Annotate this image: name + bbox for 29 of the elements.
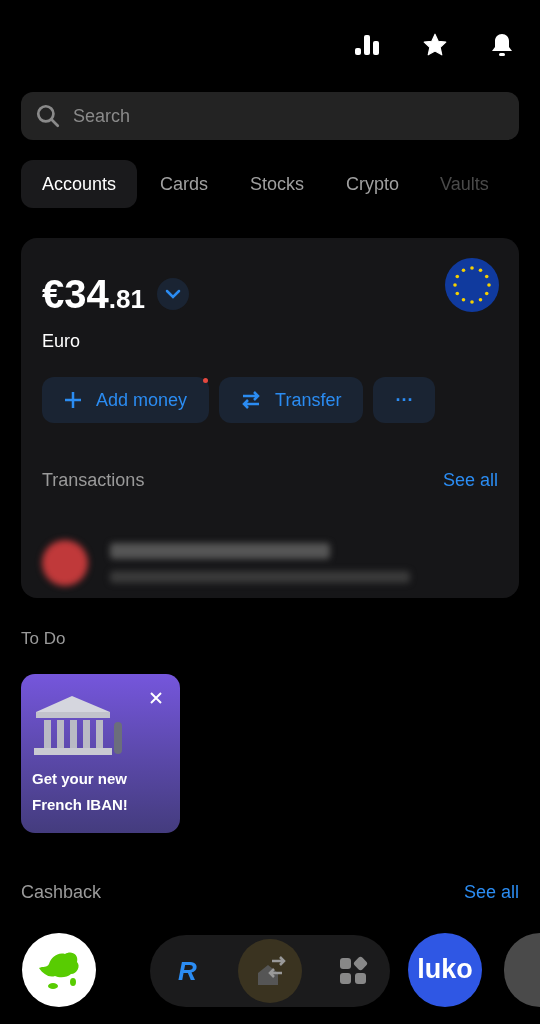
tab[interactable]: Accounts: [21, 160, 138, 208]
search-icon: [35, 103, 61, 129]
search-field[interactable]: Search: [21, 92, 519, 140]
transfer-arrows-icon: [241, 391, 262, 409]
close-icon[interactable]: [150, 691, 162, 704]
transfer-button[interactable]: Transfer: [219, 377, 364, 423]
plus-icon: [64, 391, 82, 409]
star-icon[interactable]: [422, 32, 448, 58]
transactions-heading: Transactions: [42, 469, 145, 492]
balance-amount: €34.81: [42, 271, 145, 318]
promo-text: Get your new French IBAN!: [32, 768, 129, 815]
tab[interactable]: Stocks: [229, 160, 326, 208]
stats-icon[interactable]: [354, 32, 380, 58]
dropdown-button[interactable]: [156, 278, 189, 310]
partner-logo[interactable]: luko: [408, 932, 482, 1007]
bell-icon[interactable]: [490, 32, 514, 58]
r-logo-button[interactable]: R: [163, 947, 212, 995]
tab[interactable]: Cards: [139, 160, 230, 208]
see-all-link[interactable]: See all: [463, 878, 519, 906]
iban-promo-card[interactable]: Get your new French IBAN!: [21, 673, 180, 833]
tab[interactable]: Crypto: [325, 160, 421, 208]
currency-name: Euro: [42, 330, 82, 353]
section-heading: To Do: [21, 628, 67, 650]
chevron-down-icon: [164, 289, 181, 299]
more-button[interactable]: ···: [373, 377, 436, 423]
section-heading: Cashback: [21, 880, 102, 904]
add-money-button[interactable]: Add money: [42, 377, 210, 423]
see-all-link[interactable]: See all: [442, 467, 498, 494]
eu-flag-icon: [445, 258, 499, 312]
